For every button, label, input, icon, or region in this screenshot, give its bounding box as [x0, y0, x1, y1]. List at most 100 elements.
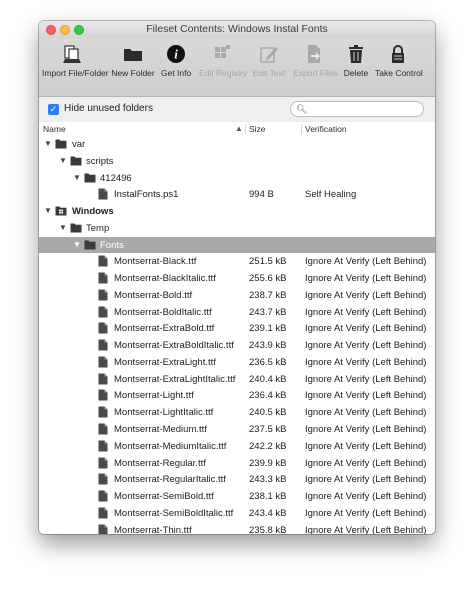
file-row[interactable]: Montserrat-BlackItalic.ttf 255.6 kB Ignore… [39, 270, 435, 287]
column-header: Name ▲ Size Verification [39, 122, 435, 137]
item-verification: Ignore At Verify (Left Behind) [305, 289, 427, 301]
file-row[interactable]: Montserrat-MediumItalic.ttf 242.2 kB Ignor… [39, 438, 435, 455]
export-files-button[interactable]: Export Files [293, 43, 338, 78]
item-size: 243.3 kB [249, 474, 287, 486]
file-row[interactable]: Montserrat-SemiBoldItalic.ttf 243.4 kB Ign… [39, 505, 435, 522]
file-row[interactable]: Montserrat-Bold.ttf 238.7 kB Ignore At Ver… [39, 287, 435, 304]
item-name: Montserrat-RegularItalic.ttf [114, 474, 226, 486]
folder-icon [55, 138, 67, 152]
verification-column-header[interactable]: Verification [305, 124, 347, 134]
disclosure-triangle-icon[interactable]: ▼ [44, 206, 52, 215]
item-size: 237.5 kB [249, 424, 287, 436]
disclosure-triangle-icon[interactable]: ▼ [73, 173, 81, 182]
item-size: 255.6 kB [249, 273, 287, 285]
folder-row[interactable]: ▼ scripts [39, 153, 435, 170]
item-name: Montserrat-Regular.ttf [114, 457, 206, 469]
disclosure-triangle-icon[interactable]: ▼ [59, 223, 67, 232]
item-verification: Ignore At Verify (Left Behind) [305, 440, 427, 452]
item-name: Temp [86, 222, 110, 234]
title-bar: Fileset Contents: Windows Instal Fonts [39, 21, 435, 39]
file-icon [98, 255, 108, 270]
item-verification: Ignore At Verify (Left Behind) [305, 256, 427, 268]
folder-row[interactable]: ▼ Windows [39, 203, 435, 220]
file-row[interactable]: Montserrat-ExtraLightItalic.ttf 240.4 kB I… [39, 371, 435, 388]
name-column-header[interactable]: Name [43, 124, 66, 134]
take-control-button[interactable]: Take Control [375, 43, 423, 78]
disclosure-triangle-icon[interactable]: ▼ [73, 240, 81, 249]
item-verification: Ignore At Verify (Left Behind) [305, 340, 427, 352]
file-icon [98, 389, 108, 404]
file-row[interactable]: Montserrat-BoldItalic.ttf 243.7 kB Ignore … [39, 304, 435, 321]
file-row[interactable]: Montserrat-Light.ttf 236.4 kB Ignore At Ve… [39, 387, 435, 404]
item-verification: Ignore At Verify (Left Behind) [305, 424, 427, 436]
edit-registry-button[interactable]: Edit Registry [199, 43, 247, 78]
file-row[interactable]: Montserrat-Regular.ttf 239.9 kB Ignore At … [39, 455, 435, 472]
search-field[interactable]: 🔍︎ [290, 101, 424, 117]
file-row[interactable]: Montserrat-SemiBold.ttf 238.1 kB Ignore At… [39, 488, 435, 505]
sort-ascending-icon: ▲ [235, 124, 243, 133]
item-name: Montserrat-BoldItalic.ttf [114, 306, 212, 318]
file-row[interactable]: Montserrat-Medium.ttf 237.5 kB Ignore At V… [39, 421, 435, 438]
item-name: Montserrat-Light.ttf [114, 390, 194, 402]
file-row[interactable]: Montserrat-LightItalic.ttf 240.5 kB Ignore… [39, 404, 435, 421]
item-verification: Ignore At Verify (Left Behind) [305, 507, 427, 519]
file-row[interactable]: Montserrat-Black.ttf 251.5 kB Ignore At Ve… [39, 253, 435, 270]
hide-unused-checkbox[interactable]: ✓ [48, 104, 59, 115]
item-verification: Ignore At Verify (Left Behind) [305, 306, 427, 318]
item-size: 235.8 kB [249, 524, 287, 534]
file-icon [98, 473, 108, 488]
search-icon: 🔍︎ [296, 104, 308, 114]
item-name: Montserrat-ExtraLightItalic.ttf [114, 373, 236, 385]
folder-row[interactable]: ▼ Temp [39, 220, 435, 237]
item-verification: Ignore At Verify (Left Behind) [305, 474, 427, 486]
file-icon [98, 356, 108, 371]
lock-icon [392, 45, 404, 63]
file-row[interactable]: Montserrat-ExtraLight.ttf 236.5 kB Ignore … [39, 354, 435, 371]
item-name: var [72, 139, 86, 150]
file-row[interactable]: InstalFonts.ps1 994 B Self Healing [39, 186, 435, 203]
item-name: InstalFonts.ps1 [114, 189, 179, 201]
file-tree: ▼ var ▼ scripts ▼ 412496 InstalFonts.ps1 994 B S… [39, 136, 435, 534]
edit-text-icon [260, 47, 278, 63]
new-folder-icon [124, 49, 142, 61]
edit-text-button[interactable]: Edit Text [252, 43, 286, 78]
size-column-header[interactable]: Size [249, 124, 266, 134]
disclosure-triangle-icon[interactable]: ▼ [44, 139, 52, 148]
get-info-button[interactable]: i Get Info [161, 43, 191, 78]
item-name: Montserrat-BlackItalic.ttf [114, 273, 216, 285]
svg-text:i: i [174, 47, 178, 62]
item-verification: Ignore At Verify (Left Behind) [305, 491, 427, 503]
item-name: Windows [72, 206, 114, 218]
item-name: Montserrat-MediumItalic.ttf [114, 440, 227, 452]
registry-icon [215, 45, 230, 58]
folder-icon [84, 172, 96, 186]
file-row[interactable]: Montserrat-Thin.ttf 235.8 kB Ignore At Ver… [39, 522, 435, 534]
folder-icon [84, 239, 96, 253]
file-row[interactable]: Montserrat-ExtraBold.ttf 239.1 kB Ignore A… [39, 320, 435, 337]
folder-row[interactable]: ▼ var [39, 136, 435, 153]
import-file-folder-button[interactable]: Import File/Folder [42, 43, 109, 78]
file-icon [98, 524, 108, 534]
item-name: 412496 [100, 172, 132, 184]
item-name: Montserrat-Black.ttf [114, 256, 197, 268]
item-size: 243.9 kB [249, 340, 287, 352]
item-name: Montserrat-ExtraLight.ttf [114, 356, 216, 368]
disclosure-triangle-icon[interactable]: ▼ [59, 156, 67, 165]
file-icon [98, 272, 108, 287]
trash-icon [349, 45, 363, 63]
folder-row[interactable]: ▼ Fonts [39, 236, 435, 254]
item-size: 243.7 kB [249, 306, 287, 318]
file-icon [98, 322, 108, 337]
folder-row[interactable]: ▼ 412496 [39, 170, 435, 187]
file-icon [98, 440, 108, 455]
item-size: 239.1 kB [249, 323, 287, 335]
item-size: 238.1 kB [249, 491, 287, 503]
delete-button[interactable]: Delete [342, 43, 370, 78]
file-row[interactable]: Montserrat-RegularItalic.ttf 243.3 kB Igno… [39, 471, 435, 488]
new-folder-button[interactable]: New Folder [111, 43, 155, 78]
item-verification: Ignore At Verify (Left Behind) [305, 323, 427, 335]
item-name: Montserrat-LightItalic.ttf [114, 407, 214, 419]
file-icon [98, 188, 108, 203]
file-row[interactable]: Montserrat-ExtraBoldItalic.ttf 243.9 kB Ig… [39, 337, 435, 354]
item-name: Montserrat-Medium.ttf [114, 424, 207, 436]
